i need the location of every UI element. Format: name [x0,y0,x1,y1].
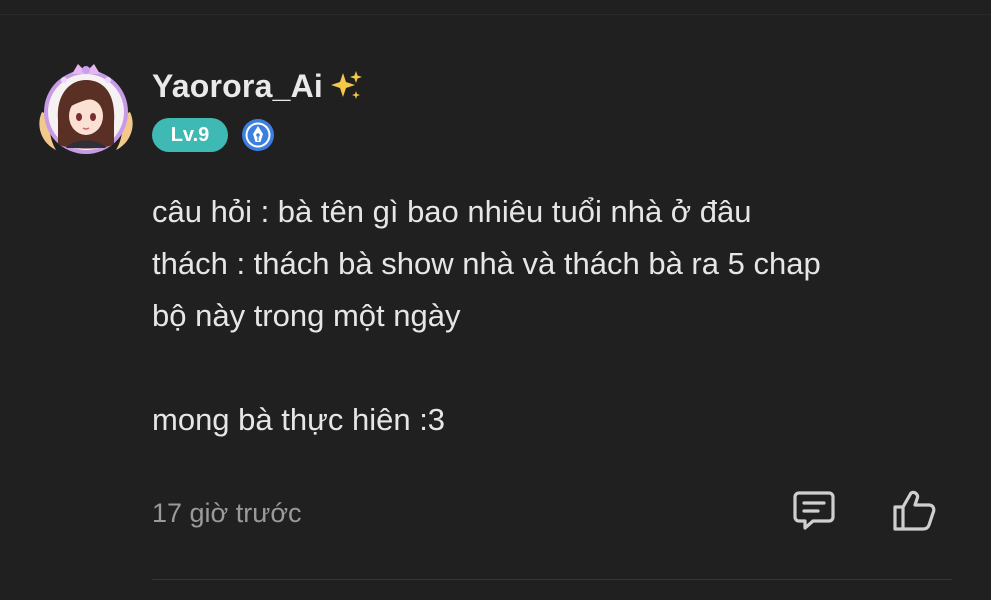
comment-text: câu hỏi : bà tên gì bao nhiêu tuổi nhà ở… [152,186,952,446]
comment-line: bộ này trong một ngày [152,298,461,333]
reply-button[interactable] [790,486,838,534]
sparkles-icon [329,69,363,103]
comment-reply-icon [793,491,835,530]
comment-timestamp: 17 giờ trước [152,498,302,528]
pen-nib-badge-icon[interactable] [241,118,275,152]
author-row: Yaorora_Ai [152,66,363,106]
author-name[interactable]: Yaorora_Ai [152,66,323,106]
author-badges: Lv.9 [152,118,275,152]
comment-divider [152,579,952,580]
like-button[interactable] [890,486,938,534]
comment-line: mong bà thực hiên :3 [152,402,446,437]
comment-line: câu hỏi : bà tên gì bao nhiêu tuổi nhà ở… [152,194,752,229]
comment-screen: Yaorora_Ai Lv.9 câu hỏi : bà tên gì bao … [0,0,991,600]
level-badge: Lv.9 [152,118,228,152]
top-divider [0,14,991,15]
comment-line [152,342,952,394]
comment-line: thách : thách bà show nhà và thách bà ra… [152,246,821,281]
avatar[interactable] [34,60,138,160]
avatar-image [39,64,133,154]
thumbs-up-icon [893,490,936,531]
